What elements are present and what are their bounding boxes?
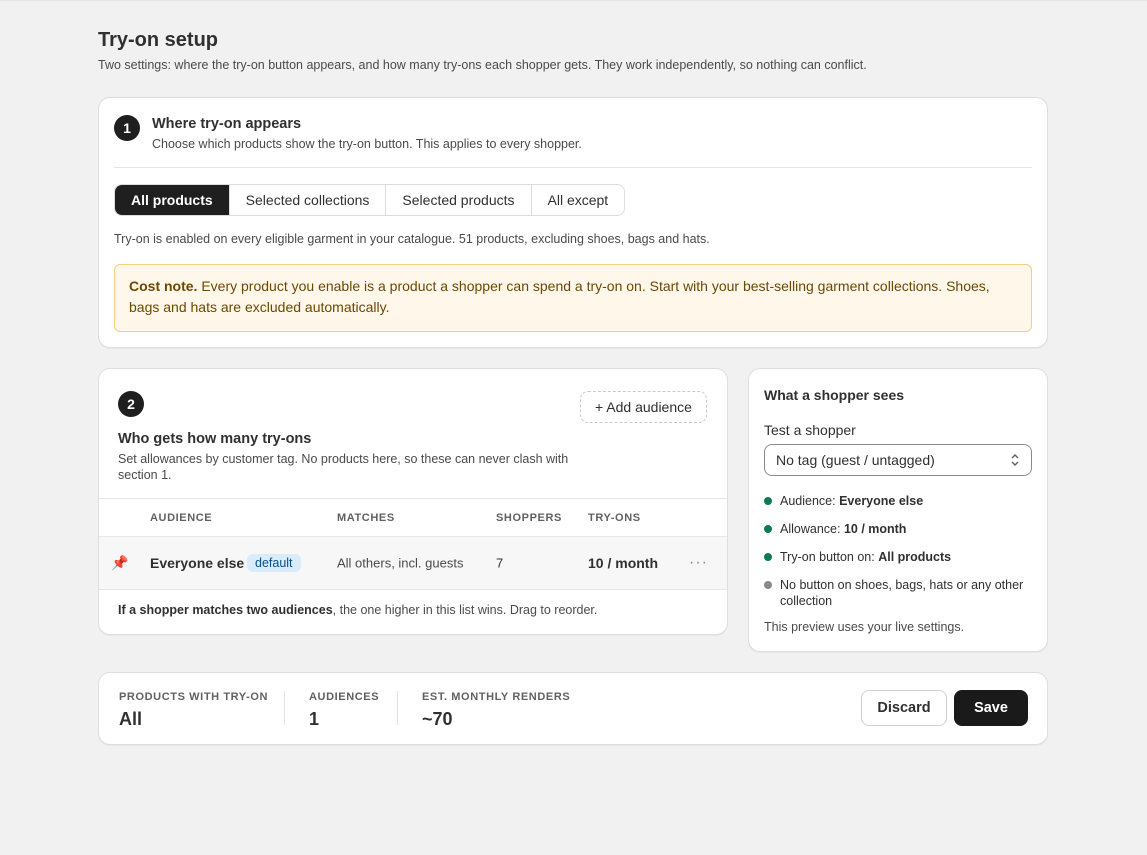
audience-tryons: 10 / month <box>588 555 659 571</box>
preview-item-label: No button on shoes, bags, hats or any ot… <box>780 578 1024 608</box>
status-dot-icon <box>764 497 772 505</box>
placement-card: 1 Where try-on appears Choose which prod… <box>98 97 1048 348</box>
table-footer-note: If a shopper matches two audiences, the … <box>118 603 597 617</box>
test-shopper-label: Test a shopper <box>764 422 856 438</box>
divider <box>397 691 398 725</box>
test-shopper-select[interactable]: No tag (guest / untagged) <box>764 444 1032 476</box>
stat-value: 1 <box>309 709 320 729</box>
section1-title: Where try-on appears <box>152 116 302 132</box>
audience-name: Everyone else <box>150 555 245 571</box>
pin-icon[interactable]: 📌 <box>111 555 128 572</box>
stat-value: All <box>119 709 143 729</box>
discard-button[interactable]: Discard <box>861 690 947 726</box>
stat-audiences: AUDIENCES 1 <box>309 691 379 730</box>
preview-item-value: 10 / month <box>843 522 907 536</box>
preview-item: Audience: Everyone else <box>764 493 1036 509</box>
column-audience: AUDIENCE <box>150 512 213 524</box>
more-actions-icon[interactable]: ··· <box>689 554 708 572</box>
column-shoppers: SHOPPERS <box>496 512 562 524</box>
stat-label: EST. MONTHLY RENDERS <box>422 691 571 703</box>
select-value: No tag (guest / untagged) <box>776 452 935 468</box>
add-audience-button[interactable]: + Add audience <box>580 391 707 423</box>
step-2-badge: 2 <box>118 391 144 417</box>
preview-item-label: Try-on button on: <box>780 550 879 564</box>
table-row[interactable]: 📌 Everyone else default All others, incl… <box>99 536 727 590</box>
stat-products: PRODUCTS WITH TRY-ON All <box>119 691 268 730</box>
table-header: AUDIENCE MATCHES SHOPPERS TRY-ONS <box>99 498 727 536</box>
summary-bar: PRODUCTS WITH TRY-ON All AUDIENCES 1 EST… <box>98 672 1048 745</box>
divider <box>284 691 285 725</box>
page-header: Try-on setup Two settings: where the try… <box>98 29 867 72</box>
footer-bold: If a shopper matches two audiences <box>118 603 333 617</box>
page-subtitle: Two settings: where the try-on button ap… <box>98 58 867 72</box>
save-button[interactable]: Save <box>954 690 1028 726</box>
column-tryons: TRY-ONS <box>588 512 641 524</box>
scope-info-text: Try-on is enabled on every eligible garm… <box>114 232 710 246</box>
tab-all-except[interactable]: All except <box>531 185 625 215</box>
footer-text: , the one higher in this list wins. Drag… <box>332 603 598 617</box>
preview-item: Try-on button on: All products <box>764 549 1036 565</box>
allowances-card: 2 + Add audience Who gets how many try-o… <box>98 368 728 635</box>
stat-label: AUDIENCES <box>309 691 380 703</box>
page: Try-on setup Two settings: where the try… <box>0 1 1147 855</box>
scope-segmented-control: All products Selected collections Select… <box>114 184 626 216</box>
chevron-up-down-icon <box>1010 453 1020 467</box>
tab-selected-products[interactable]: Selected products <box>386 185 532 215</box>
status-dot-icon <box>764 581 772 589</box>
status-dot-icon <box>764 525 772 533</box>
preview-item: No button on shoes, bags, hats or any ot… <box>764 577 1036 609</box>
stat-value: ~70 <box>422 709 453 729</box>
section2-description: Set allowances by customer tag. No produ… <box>118 452 569 482</box>
stat-label: PRODUCTS WITH TRY-ON <box>119 691 269 703</box>
preview-item-label: Allowance: <box>780 522 844 536</box>
divider <box>114 167 1032 168</box>
cost-note-text: Every product you enable is a product a … <box>129 278 990 315</box>
preview-item-value: Everyone else <box>839 494 924 508</box>
default-badge: default <box>247 554 301 572</box>
stat-renders: EST. MONTHLY RENDERS ~70 <box>422 691 570 730</box>
status-dot-icon <box>764 553 772 561</box>
preview-item-value: All products <box>878 550 952 564</box>
preview-item: Allowance: 10 / month <box>764 521 1036 537</box>
audience-matches: All others, incl. guests <box>337 555 464 571</box>
step-1-badge: 1 <box>114 115 140 141</box>
section1-description: Choose which products show the try-on bu… <box>152 137 582 151</box>
column-matches: MATCHES <box>337 512 395 524</box>
tab-selected-collections[interactable]: Selected collections <box>229 185 387 215</box>
audience-shoppers: 7 <box>496 555 504 571</box>
preview-item-label: Audience: <box>780 494 840 508</box>
preview-title: What a shopper sees <box>764 387 905 403</box>
tab-all-products[interactable]: All products <box>115 185 230 215</box>
preview-card: What a shopper sees Test a shopper No ta… <box>748 368 1048 652</box>
cost-note-banner: Cost note. Every product you enable is a… <box>114 264 1032 332</box>
preview-footer: This preview uses your live settings. <box>764 620 965 634</box>
preview-list: Audience: Everyone else Allowance: 10 / … <box>764 493 1036 621</box>
section2-title: Who gets how many try-ons <box>118 431 312 447</box>
cost-note-label: Cost note. <box>129 278 198 294</box>
page-title: Try-on setup <box>98 29 219 51</box>
